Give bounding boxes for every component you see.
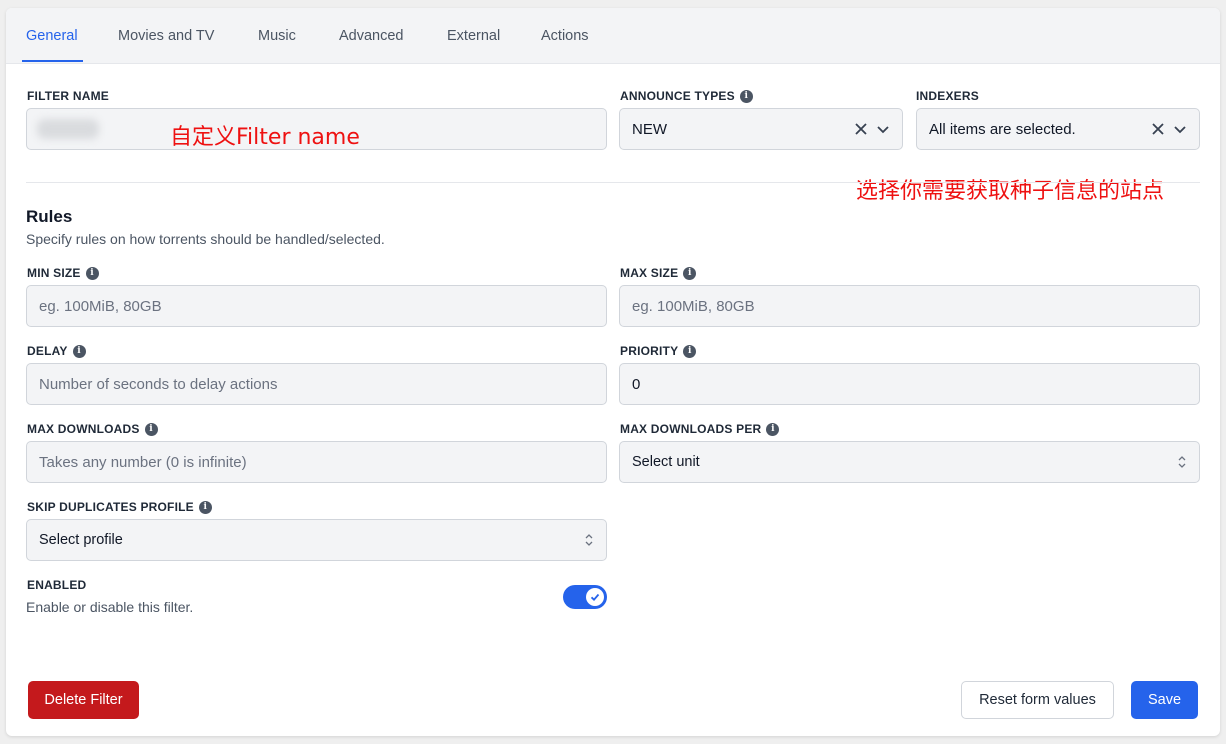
tab-external[interactable]: External	[447, 28, 500, 44]
tab-bar: General Movies and TV Music Advanced Ext…	[6, 8, 1220, 64]
info-icon[interactable]: i	[766, 422, 780, 436]
max-downloads-label: MAX DOWNLOADS i	[27, 422, 158, 436]
enabled-description: Enable or disable this filter.	[26, 599, 194, 615]
info-icon[interactable]: i	[739, 89, 753, 103]
indexers-value: All items are selected.	[929, 120, 1076, 138]
min-size-label: MIN SIZE i	[27, 266, 99, 280]
tab-actions[interactable]: Actions	[541, 28, 589, 44]
save-button[interactable]: Save	[1131, 681, 1198, 719]
info-icon[interactable]: i	[683, 266, 697, 280]
max-downloads-per-select[interactable]: Select unit	[619, 441, 1200, 483]
clear-icon[interactable]	[854, 122, 868, 136]
info-icon[interactable]: i	[198, 500, 212, 514]
info-icon[interactable]: i	[144, 422, 158, 436]
filter-name-label: FILTER NAME	[27, 89, 109, 103]
indexers-annotation: 选择你需要获取种子信息的站点	[856, 179, 1165, 204]
chevron-down-icon[interactable]	[876, 122, 890, 136]
min-size-input[interactable]	[26, 285, 607, 327]
enabled-toggle[interactable]	[563, 585, 607, 609]
max-size-label: MAX SIZE i	[620, 266, 697, 280]
max-size-input[interactable]	[619, 285, 1200, 327]
skip-duplicates-profile-value: Select profile	[39, 532, 123, 548]
info-icon[interactable]: i	[72, 344, 86, 358]
chevron-up-down-icon	[1178, 456, 1186, 468]
priority-label: PRIORITY i	[620, 344, 697, 358]
indexers-label: INDEXERS	[916, 89, 979, 103]
filter-editor-card: General Movies and TV Music Advanced Ext…	[6, 8, 1220, 736]
tab-general[interactable]: General	[26, 28, 78, 44]
enabled-label: ENABLED	[27, 578, 87, 592]
redacted-filter-name	[37, 119, 99, 139]
delete-filter-button[interactable]: Delete Filter	[28, 681, 139, 719]
tab-music[interactable]: Music	[258, 28, 296, 44]
checkmark-icon	[590, 593, 600, 602]
chevron-up-down-icon	[585, 534, 593, 546]
active-tab-indicator	[22, 60, 83, 62]
indexers-select[interactable]: All items are selected.	[916, 108, 1200, 150]
rules-description: Specify rules on how torrents should be …	[26, 231, 385, 247]
max-downloads-input[interactable]	[26, 441, 607, 483]
section-divider	[26, 182, 1200, 183]
delay-input[interactable]	[26, 363, 607, 405]
clear-icon[interactable]	[1151, 122, 1165, 136]
max-downloads-per-value: Select unit	[632, 454, 700, 470]
skip-duplicates-profile-select[interactable]: Select profile	[26, 519, 607, 561]
toggle-knob	[586, 588, 604, 606]
chevron-down-icon[interactable]	[1173, 122, 1187, 136]
announce-types-value: NEW	[632, 120, 667, 138]
filter-name-annotation: 自定义Filter name	[170, 125, 360, 150]
reset-form-button[interactable]: Reset form values	[961, 681, 1114, 719]
announce-types-label: ANNOUNCE TYPES i	[620, 89, 753, 103]
info-icon[interactable]: i	[85, 266, 99, 280]
rules-title: Rules	[26, 207, 73, 226]
tab-advanced[interactable]: Advanced	[339, 28, 404, 44]
delay-label: DELAY i	[27, 344, 86, 358]
tab-movies-and-tv[interactable]: Movies and TV	[118, 28, 214, 44]
skip-duplicates-profile-label: SKIP DUPLICATES PROFILE i	[27, 500, 212, 514]
max-downloads-per-label: MAX DOWNLOADS PER i	[620, 422, 780, 436]
priority-input[interactable]	[619, 363, 1200, 405]
info-icon[interactable]: i	[683, 344, 697, 358]
announce-types-select[interactable]: NEW	[619, 108, 903, 150]
